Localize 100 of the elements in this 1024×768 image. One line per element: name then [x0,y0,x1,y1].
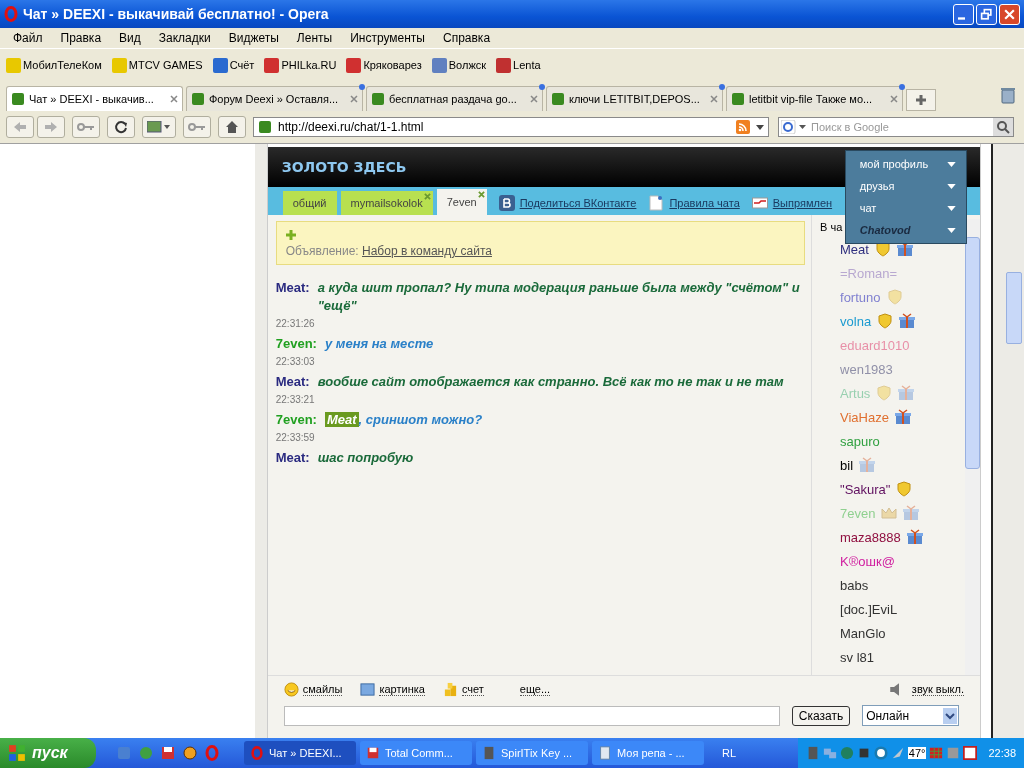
menu-item[interactable]: Ленты [287,31,342,45]
bookmark-icon[interactable] [264,57,280,73]
user-menu-item[interactable]: чат [845,197,966,219]
browser-tab[interactable]: Чат » DEEXI - выкачив... [6,86,183,111]
user-name[interactable]: ManGlo [840,625,886,641]
user-name[interactable]: maza8888 [840,529,901,545]
menu-item[interactable]: Правка [51,31,111,45]
announcement-label: Объявление: [285,244,359,258]
menu-item[interactable]: Вид [110,31,150,45]
mail-icon[interactable] [963,746,978,760]
bookmark-icon[interactable] [346,57,362,73]
close-icon[interactable] [350,95,358,103]
new-tab-button[interactable] [906,89,936,111]
bookmark-icon[interactable] [212,57,228,73]
key-button[interactable] [183,116,211,138]
back-button[interactable] [6,116,34,138]
message-author[interactable]: Meat: [275,449,310,467]
user-name[interactable]: "Sakura" [840,481,891,497]
sound-toggle-link[interactable]: звук выкл. [911,683,965,696]
chat-tab[interactable]: 7even [436,189,487,215]
chat-tab[interactable]: общий [282,191,337,215]
bookmark-link[interactable]: Волжск [448,59,487,71]
minimize-button[interactable] [953,3,974,25]
page-scrollbar[interactable] [993,144,1024,738]
maximize-button[interactable] [976,3,997,25]
browser-tab[interactable]: бесплатная раздача go... [366,86,543,111]
user-name[interactable]: sv l81 [840,649,874,665]
back-arrow-icon [13,121,27,133]
reload-button[interactable] [107,116,135,138]
send-button[interactable]: Сказать [791,705,851,726]
user-menu-item[interactable]: мой профиль [845,153,966,175]
home-button[interactable] [218,116,246,138]
close-icon[interactable] [477,191,485,198]
globe-icon[interactable] [138,745,154,761]
chat-link[interactable]: Поделиться ВКонтакте [519,197,637,209]
menu-item[interactable]: Файл [4,31,52,45]
bookmark-icon[interactable] [496,57,512,73]
network-icon[interactable] [822,746,837,760]
announcement-link[interactable]: Набор в команду сайта [362,244,492,258]
browser-tab[interactable]: letitbit vip-file Также мо... [726,86,903,111]
meter-icon[interactable] [929,746,944,760]
menu-item[interactable]: Справка [434,31,500,45]
close-icon[interactable] [530,95,538,103]
menu-item[interactable]: Виджеты [219,31,288,45]
bookmark-link[interactable]: PHILka.RU [281,59,337,71]
message-input[interactable] [283,705,780,726]
browser-tab[interactable]: ключи LETITBIT,DEPOS... [546,86,723,111]
language-indicator[interactable]: RL [722,747,737,759]
forward-button[interactable] [37,116,65,138]
search-engine-icon[interactable] [781,120,807,134]
tool-link[interactable]: смайлы [302,683,343,696]
dropdown-arrow-icon[interactable] [756,124,764,130]
tool-link[interactable]: картинка [379,683,425,696]
quick-launch-icon[interactable] [182,745,198,761]
search-icon[interactable] [993,118,1013,136]
menu-item[interactable]: Закладки [149,31,220,45]
taskbar-button[interactable]: Чат » DEEXI... [244,741,356,765]
close-icon[interactable] [710,95,718,103]
bookmark-link[interactable]: МобилТелеКом [23,59,102,71]
bookmark-icon[interactable] [431,57,447,73]
user-name[interactable]: [doc.]EviL [840,601,898,617]
user-name[interactable]: K®ошк@ [840,553,895,569]
menu-item[interactable]: Инструменты [341,31,434,45]
trash-icon[interactable] [1000,86,1016,104]
tray-icon[interactable] [873,746,888,760]
tool-link[interactable]: еще... [519,683,551,696]
ring-icon[interactable] [204,745,220,761]
bookmark-link[interactable]: Кряковарез [363,59,422,71]
page-icon [191,92,205,106]
close-icon[interactable] [890,95,898,103]
message-author[interactable]: Meat: [275,373,310,391]
scrollbar[interactable] [965,219,981,675]
close-button[interactable] [999,3,1020,25]
address-field[interactable]: http://deexi.ru/chat/1-1.html [253,117,769,137]
bookmark-link[interactable]: Lenta [513,59,541,71]
user-menu-item[interactable]: друзья [845,175,966,197]
chat-link[interactable]: Выпрямлен [772,197,833,209]
image-dropdown[interactable] [142,116,176,138]
message-text: а куда шит пропал? Ну типа модерация раньше была между "счётом" и "ещё" [317,280,800,313]
status-select[interactable]: Онлайн [862,705,960,726]
user-name[interactable]: Meat [840,241,869,257]
tool-link[interactable]: счет [461,683,484,696]
message-time: 22:33:59 [275,432,315,443]
plus-icon[interactable] [285,230,296,240]
user-name[interactable]: babs [840,577,869,593]
user-name[interactable]: bil [840,457,854,473]
close-icon[interactable] [423,193,431,200]
reload-icon [114,120,128,134]
key-icon [77,122,95,132]
bookmark-link[interactable]: MTCV GAMES [128,59,203,71]
close-icon[interactable] [170,95,178,103]
browser-tab[interactable]: Форум Deexi » Оставля... [186,86,363,111]
bookmark-link[interactable]: Счёт [229,59,255,71]
rss-icon[interactable] [736,120,750,134]
chat-tab[interactable]: mymailsokolok [340,191,433,215]
message-author[interactable]: Meat: [275,279,310,315]
chat-link[interactable]: Правила чата [669,197,740,209]
temperature-indicator[interactable]: 47° [907,747,927,759]
key-button[interactable] [72,116,100,138]
page-icon [11,92,25,106]
